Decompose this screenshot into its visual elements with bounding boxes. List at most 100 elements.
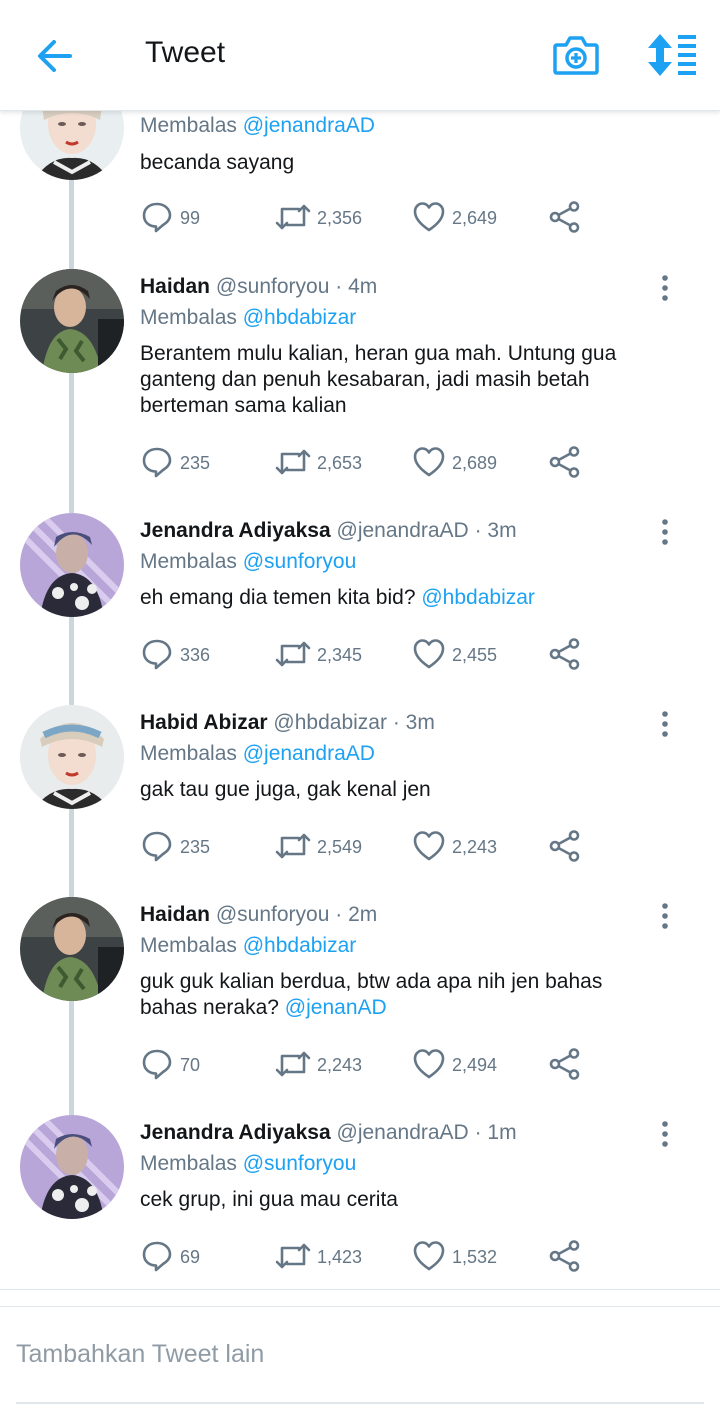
tweet[interactable]: Jenandra Adiyaksa @jenandraAD · 1m Memba… xyxy=(0,1115,720,1355)
tweet-text: cek grup, ini gua mau cerita xyxy=(140,1188,398,1211)
retweet-button[interactable]: 2,243 xyxy=(275,1047,395,1083)
author-handle[interactable]: @jenandraAD xyxy=(337,519,469,542)
retweet-button[interactable]: 2,345 xyxy=(275,637,395,673)
sort-button[interactable] xyxy=(644,32,700,78)
heart-icon xyxy=(413,202,445,232)
reply-button[interactable]: 235 xyxy=(140,829,250,865)
tweet-text: gak tau gue juga, gak kenal jen xyxy=(140,778,431,801)
camera-add-icon xyxy=(553,36,599,75)
reply-button[interactable]: 69 xyxy=(140,1239,250,1275)
compose-underline xyxy=(16,1402,704,1404)
retweet-icon xyxy=(275,833,311,859)
heart-icon xyxy=(413,1241,445,1271)
reply-icon xyxy=(142,202,172,233)
avatar-image xyxy=(20,897,124,1001)
like-button[interactable]: 2,455 xyxy=(412,637,532,673)
avatar-image xyxy=(20,513,124,617)
tweet-actions: 235 2,653 2,689 xyxy=(140,445,600,481)
reply-to-mention[interactable]: @jenandraAD xyxy=(243,114,375,137)
retweet-icon xyxy=(275,449,311,475)
author-handle[interactable]: @sunforyou xyxy=(216,903,330,926)
text-mention[interactable]: @hbdabizar xyxy=(421,586,535,609)
more-vertical-icon xyxy=(662,711,668,737)
share-button[interactable] xyxy=(548,445,584,481)
more-vertical-icon xyxy=(662,519,668,545)
tweet[interactable]: Haidan @sunforyou · 2m Membalas @hbdabiz… xyxy=(0,897,720,1137)
avatar[interactable] xyxy=(20,705,124,809)
author-handle[interactable]: @sunforyou xyxy=(216,275,330,298)
back-button[interactable] xyxy=(30,34,80,78)
heart-icon xyxy=(413,447,445,477)
more-options-button[interactable] xyxy=(650,709,680,739)
reply-button[interactable]: 99 xyxy=(140,200,250,236)
more-options-button[interactable] xyxy=(650,1119,680,1149)
tweet[interactable]: Haidan @sunforyou · 4m Membalas @hbdabiz… xyxy=(0,269,720,509)
reply-button[interactable]: 70 xyxy=(140,1047,250,1083)
avatar[interactable] xyxy=(20,897,124,1001)
share-icon xyxy=(549,1048,580,1080)
tweet-actions: 336 2,345 2,455 xyxy=(140,637,600,673)
retweet-count: 2,243 xyxy=(317,1055,363,1075)
timestamp: 3m xyxy=(487,519,517,542)
more-vertical-icon xyxy=(662,275,668,301)
reply-count: 99 xyxy=(180,208,201,228)
heart-icon xyxy=(413,639,445,669)
tweet-text: guk guk kalian berdua, btw ada apa nih j… xyxy=(140,970,603,1019)
like-button[interactable]: 2,494 xyxy=(412,1047,532,1083)
avatar[interactable] xyxy=(20,1115,124,1219)
retweet-button[interactable]: 2,653 xyxy=(275,445,395,481)
share-button[interactable] xyxy=(548,637,584,673)
reply-to: Membalas @sunforyou xyxy=(140,550,357,573)
text-mention[interactable]: @jenanAD xyxy=(285,996,387,1019)
reply-count: 69 xyxy=(180,1247,201,1267)
like-button[interactable]: 2,649 xyxy=(412,200,532,236)
share-icon xyxy=(549,638,580,670)
avatar-image xyxy=(20,1115,124,1219)
avatar[interactable] xyxy=(20,269,124,373)
author-name[interactable]: Haidan xyxy=(140,275,210,298)
author-handle[interactable]: @hbdabizar xyxy=(273,711,387,734)
author-handle[interactable]: @jenandraAD xyxy=(337,1121,469,1144)
like-button[interactable]: 2,243 xyxy=(412,829,532,865)
like-button[interactable]: 1,532 xyxy=(412,1239,532,1275)
reply-to-mention[interactable]: @sunforyou xyxy=(243,550,357,573)
avatar[interactable] xyxy=(20,513,124,617)
more-options-button[interactable] xyxy=(650,273,680,303)
share-button[interactable] xyxy=(548,1239,584,1275)
share-button[interactable] xyxy=(548,200,584,236)
divider xyxy=(0,1306,720,1307)
reply-to-mention[interactable]: @sunforyou xyxy=(243,1152,357,1175)
reply-count: 235 xyxy=(180,837,211,857)
more-vertical-icon xyxy=(662,903,668,929)
author-name[interactable]: Jenandra Adiyaksa xyxy=(140,519,331,542)
more-options-button[interactable] xyxy=(650,517,680,547)
author-name[interactable]: Jenandra Adiyaksa xyxy=(140,1121,331,1144)
retweet-button[interactable]: 1,423 xyxy=(275,1239,395,1275)
retweet-button[interactable]: 2,549 xyxy=(275,829,395,865)
author-name[interactable]: Habid Abizar xyxy=(140,711,268,734)
reply-icon xyxy=(142,447,172,478)
add-tweet-input[interactable]: Tambahkan Tweet lain xyxy=(16,1340,264,1369)
author-name[interactable]: Haidan xyxy=(140,903,210,926)
reply-button[interactable]: 235 xyxy=(140,445,250,481)
reply-icon xyxy=(142,831,172,862)
retweet-button[interactable]: 2,356 xyxy=(275,200,395,236)
retweet-icon xyxy=(275,204,311,230)
share-button[interactable] xyxy=(548,829,584,865)
tweet-meta: Haidan @sunforyou · 4m xyxy=(140,275,378,298)
add-photo-button[interactable] xyxy=(552,33,600,77)
sort-icon xyxy=(648,34,696,76)
reply-icon xyxy=(142,639,172,670)
share-icon xyxy=(549,1240,580,1272)
like-button[interactable]: 2,689 xyxy=(412,445,532,481)
reply-to-mention[interactable]: @jenandraAD xyxy=(243,742,375,765)
reply-to-mention[interactable]: @hbdabizar xyxy=(243,934,357,957)
like-count: 1,532 xyxy=(452,1247,498,1267)
share-button[interactable] xyxy=(548,1047,584,1083)
retweet-count: 2,345 xyxy=(317,645,363,665)
timestamp: 1m xyxy=(487,1121,517,1144)
more-options-button[interactable] xyxy=(650,901,680,931)
reply-button[interactable]: 336 xyxy=(140,637,250,673)
reply-to-mention[interactable]: @hbdabizar xyxy=(243,306,357,329)
tweet-actions: 235 2,549 2,243 xyxy=(140,829,600,865)
